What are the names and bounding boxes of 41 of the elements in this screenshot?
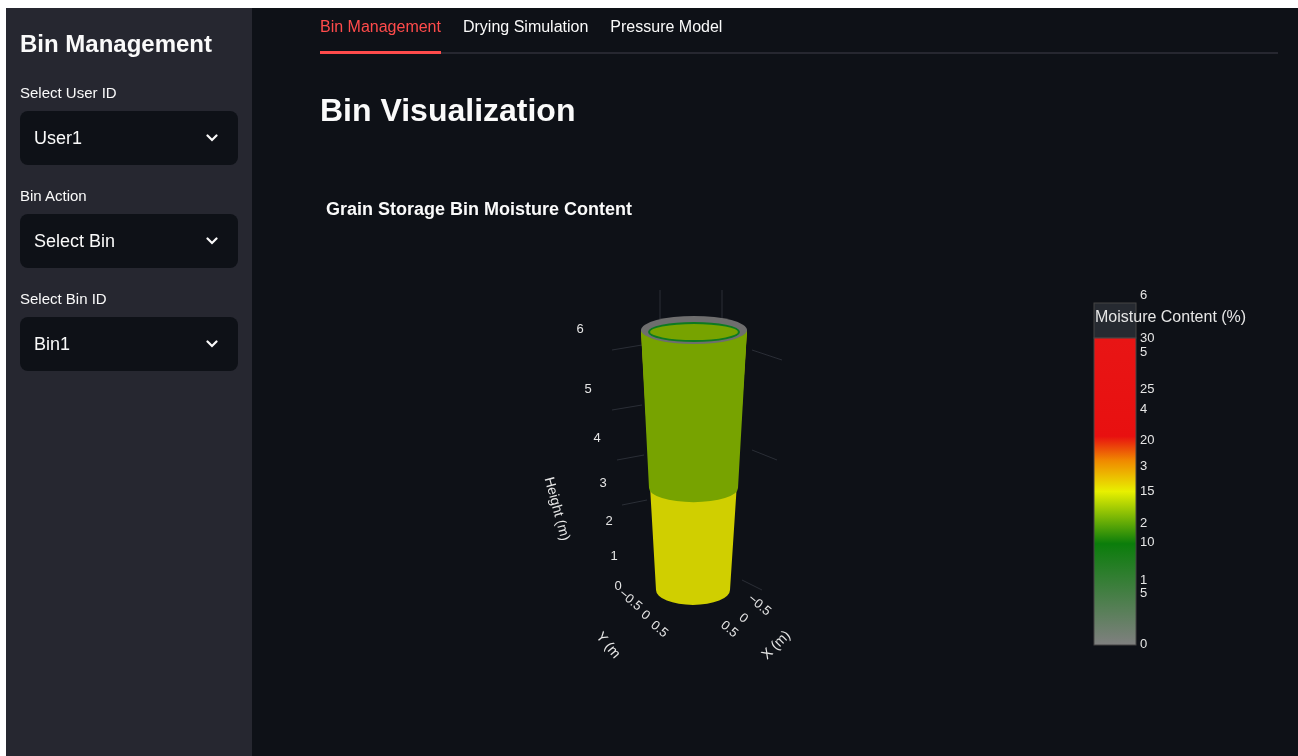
sidebar-title: Bin Management [20, 30, 214, 58]
chart-title: Grain Storage Bin Moisture Content [326, 199, 634, 220]
colorbar-tick-label: 15 [1140, 483, 1155, 498]
axis-tick-label: 4 [593, 430, 601, 445]
colorbar-tick-label: 1 [1140, 572, 1148, 587]
colorbar-tick-label: 25 [1140, 381, 1155, 396]
axis-tick-label: 3 [599, 475, 607, 490]
colorbar-tick-label: 4 [1140, 401, 1148, 416]
colorbar-tick-label: 0 [1140, 636, 1148, 651]
colorbar-tick-label: 30 [1140, 330, 1155, 345]
dropdown[interactable]: User1 [20, 111, 238, 165]
chevron-down-icon [206, 237, 218, 245]
colorbar-tick-label: 3 [1140, 458, 1148, 473]
axis-title: X (m) [757, 626, 794, 663]
axis-tick-label: 1 [610, 548, 618, 563]
axis-tick-label: 6 [576, 321, 584, 336]
field-label: Select User ID [20, 84, 118, 101]
field-label: Select Bin ID [20, 290, 108, 307]
colorbar-tick-label: 2 [1140, 515, 1148, 530]
colorbar-title: Moisture Content (%) [1095, 308, 1247, 325]
tab[interactable]: Pressure Model [610, 18, 723, 54]
dropdown[interactable]: Select Bin [20, 214, 238, 268]
axis-tick-label: 0.5 [648, 617, 672, 641]
axis-title: Height (m) [541, 475, 574, 543]
axis-tick-label: 2 [605, 513, 613, 528]
tab[interactable]: Bin Management [320, 18, 441, 54]
axis-tick-label: 0 [614, 578, 622, 593]
axis-tick-label: 0 [736, 609, 752, 626]
colorbar-tick-label: 20 [1140, 432, 1155, 447]
colorbar-tick-label: 5 [1140, 344, 1148, 359]
colorbar-tick-label: 10 [1140, 534, 1155, 549]
chevron-down-icon [206, 340, 218, 348]
dropdown[interactable]: Bin1 [20, 317, 238, 371]
page-title: Bin Visualization [320, 92, 577, 129]
chevron-down-icon [206, 134, 218, 142]
colorbar-tick-label: 6 [1140, 287, 1148, 302]
colorbar-tick-label: 5 [1140, 585, 1148, 600]
axis-tick-label: 5 [584, 381, 592, 396]
tab[interactable]: Drying Simulation [462, 18, 589, 54]
field-label: Bin Action [20, 187, 88, 204]
axis-title: Y (m [593, 628, 625, 662]
